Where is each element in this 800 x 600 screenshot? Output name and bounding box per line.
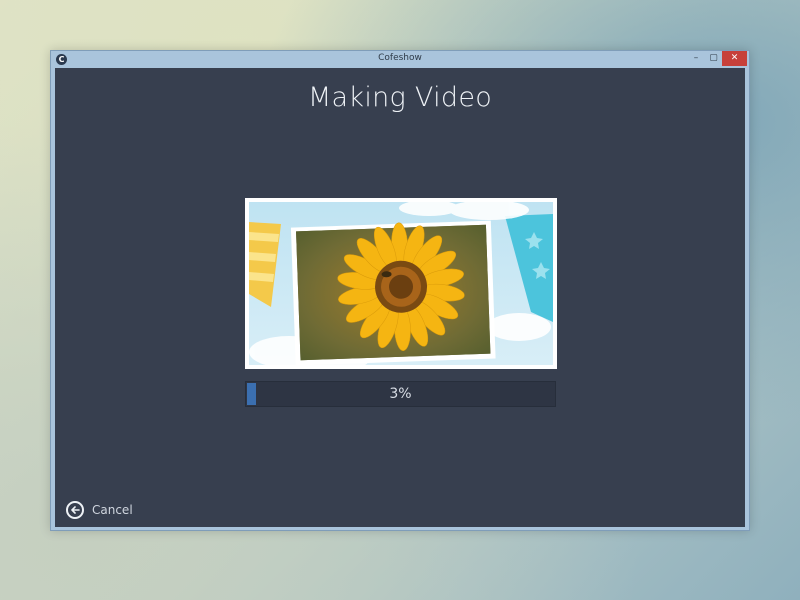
preview-frame <box>245 198 557 369</box>
cancel-button[interactable]: Cancel <box>66 499 133 521</box>
preview-illustration <box>249 202 553 365</box>
minimize-button[interactable]: – <box>687 51 705 66</box>
progress-bar: 3% <box>245 381 556 407</box>
sunflower-photo-thumbnail <box>249 202 553 365</box>
back-arrow-circle-icon[interactable] <box>66 501 84 519</box>
maximize-button[interactable]: ▢ <box>705 51 722 66</box>
right-banner-decoration <box>505 214 553 322</box>
progress-label: 3% <box>389 386 412 402</box>
close-button[interactable]: ✕ <box>722 51 747 66</box>
title-bar[interactable]: C Cofeshow – ▢ ✕ <box>51 51 749 68</box>
page-title: Making Video <box>307 82 493 113</box>
content-area: Making Video 3% Cancel <box>55 68 745 527</box>
window-title: Cofeshow <box>378 53 422 63</box>
photo-card <box>290 220 496 365</box>
left-banner-decoration <box>249 222 281 307</box>
cancel-label[interactable]: Cancel <box>92 503 133 517</box>
app-window: C Cofeshow – ▢ ✕ Making Video 3% Cancel <box>50 50 750 531</box>
